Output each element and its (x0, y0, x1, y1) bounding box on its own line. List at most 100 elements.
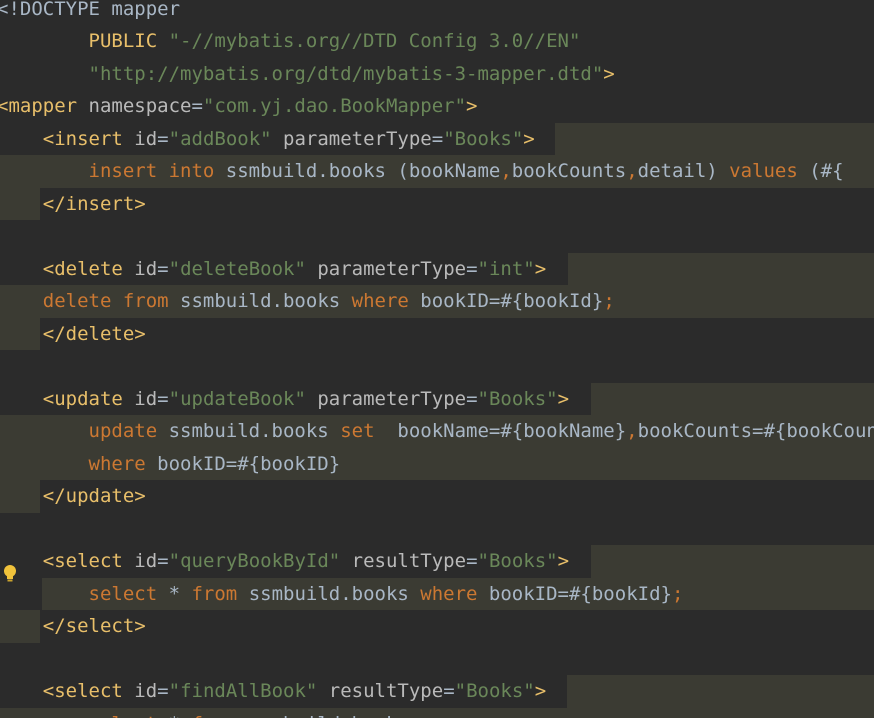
code-token: > (534, 257, 547, 280)
code-line[interactable]: "http://mybatis.org/dtd/mybatis-3-mapper… (0, 58, 874, 91)
code-token: = (157, 680, 169, 702)
code-line[interactable]: </update> (0, 480, 874, 513)
code-token: bookID=#{bookId} (420, 290, 604, 312)
code-token: "Books" (443, 127, 524, 150)
code-token: "http://mybatis.org/dtd/mybatis-3-mapper… (88, 62, 604, 85)
code-line[interactable] (0, 220, 874, 253)
code-token: </select> (42, 615, 146, 637)
code-token: > (466, 95, 478, 117)
code-token: </update> (42, 485, 146, 507)
code-token: > (534, 680, 547, 702)
code-token: insert into (88, 160, 226, 182)
code-token: ssmbuild.books (168, 420, 341, 442)
code-token: "Books" (454, 680, 535, 702)
code-line[interactable]: PUBLIC "-//mybatis.org//DTD Config 3.0//… (0, 25, 874, 58)
code-line[interactable]: </delete> (0, 317, 874, 351)
code-line-text: </select> (0, 610, 146, 643)
code-line[interactable] (0, 513, 874, 546)
code-token: id (134, 127, 158, 150)
code-line[interactable]: <delete id="deleteBook" parameterType="i… (0, 252, 874, 285)
code-token: from (191, 713, 248, 718)
code-line-text: <!DOCTYPE mapper (0, 0, 180, 25)
code-line-text: update ssmbuild.books set bookName=#{boo… (0, 415, 874, 448)
code-token: from (191, 582, 249, 605)
injected-language-highlight (591, 545, 874, 578)
code-line[interactable]: insert into ssmbuild.books (bookName,boo… (0, 155, 874, 188)
code-token: where (88, 452, 158, 475)
code-token: * (168, 582, 192, 605)
code-token: > (557, 550, 570, 572)
code-line[interactable]: delete from ssmbuild.books where bookID=… (0, 285, 874, 318)
code-line-text: delete from ssmbuild.books where bookID=… (0, 285, 615, 318)
code-token: = (191, 95, 203, 117)
injected-language-highlight (567, 675, 874, 708)
code-token: values (729, 160, 810, 182)
code-line-text: PUBLIC "-//mybatis.org//DTD Config 3.0//… (0, 25, 581, 58)
code-line[interactable] (0, 643, 874, 676)
code-token: bookID=#{bookID} (157, 452, 341, 475)
code-token: , (500, 160, 512, 182)
code-token: detail) (637, 160, 730, 182)
code-line[interactable]: <!DOCTYPE mapper (0, 0, 874, 25)
code-token: </delete> (42, 322, 146, 345)
code-line[interactable]: update ssmbuild.books set bookName=#{boo… (0, 415, 874, 448)
code-token: "-//mybatis.org//DTD Config 3.0//EN" (168, 30, 581, 52)
code-token: > (603, 62, 615, 85)
code-token: "deleteBook" (168, 257, 306, 280)
code-line[interactable]: where bookID=#{bookID} (0, 447, 874, 481)
code-line-text: <select id="findAllBook" resultType="Boo… (0, 675, 546, 708)
code-token: "Books" (477, 387, 558, 410)
code-line[interactable]: select * from ssmbuild.books; (0, 707, 874, 718)
code-line-text: select * from ssmbuild.books where bookI… (0, 578, 684, 611)
code-token: resultType (328, 680, 444, 702)
code-line-text: <update id="updateBook" parameterType="B… (0, 383, 569, 416)
code-token: = (466, 257, 478, 280)
code-token: "updateBook" (168, 387, 306, 410)
code-line[interactable]: <update id="updateBook" parameterType="B… (0, 382, 874, 416)
injected-language-highlight (568, 252, 874, 285)
code-line[interactable]: <select id="findAllBook" resultType="Boo… (0, 675, 874, 708)
code-token: select (89, 713, 169, 718)
code-token: = (157, 257, 169, 280)
code-token: ssmbuild.books (180, 290, 352, 312)
code-token: resultType (351, 550, 467, 572)
code-line[interactable]: <select id="queryBookById" resultType="B… (0, 545, 874, 578)
code-token: bookName=#{bookName} (397, 420, 627, 442)
code-token: <select (42, 680, 135, 702)
code-line[interactable]: <mapper namespace="com.yj.dao.BookMapper… (0, 90, 874, 123)
code-token: <insert (42, 127, 135, 150)
code-line[interactable]: </select> (0, 610, 874, 643)
code-token: ssmbuild.books (249, 713, 409, 718)
code-token: , (626, 420, 638, 442)
code-line[interactable] (0, 350, 874, 383)
code-token: <!DOCTYPE mapper (0, 0, 181, 20)
code-line-text: </delete> (0, 318, 146, 351)
code-line[interactable]: <insert id="addBook" parameterType="Book… (0, 122, 874, 155)
code-token: bookID=#{bookId} (488, 582, 672, 605)
code-token: PUBLIC (88, 30, 169, 52)
code-line[interactable]: </insert> (0, 187, 874, 220)
code-token: "findAllBook" (168, 680, 318, 702)
code-token: bookCounts=#{bookCounts} (637, 420, 874, 442)
code-token: > (557, 387, 570, 410)
code-token: "addBook" (168, 127, 272, 150)
code-line[interactable]: select * from ssmbuild.books where bookI… (0, 577, 874, 611)
code-line-text: where bookID=#{bookID} (0, 448, 341, 481)
code-token: ; (671, 582, 684, 605)
code-token: namespace (88, 95, 192, 117)
code-line-text: select * from ssmbuild.books; (0, 708, 421, 718)
lightbulb-icon[interactable] (3, 564, 17, 584)
code-editor[interactable]: <!DOCTYPE mapper PUBLIC "-//mybatis.org/… (0, 0, 874, 718)
